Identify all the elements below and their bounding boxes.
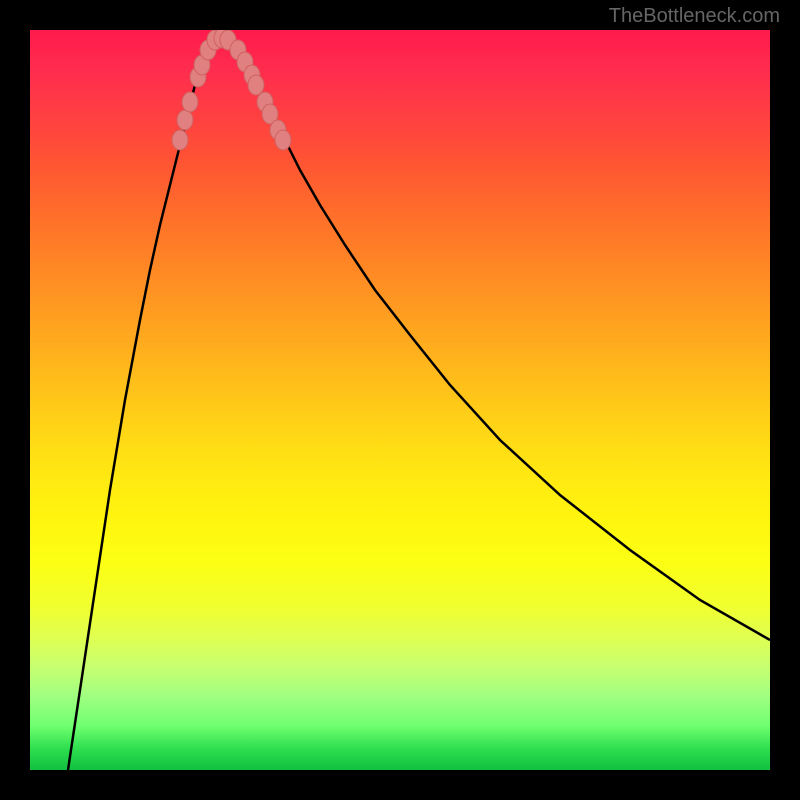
data-marker: [172, 130, 188, 150]
right-curve-line: [220, 37, 770, 640]
left-curve-line: [68, 37, 220, 770]
data-marker: [177, 110, 193, 130]
data-marker: [248, 75, 264, 95]
data-marker: [275, 130, 291, 150]
watermark-text: TheBottleneck.com: [609, 5, 780, 28]
data-markers: [172, 30, 291, 150]
data-marker: [182, 92, 198, 112]
chart-svg: [30, 30, 770, 770]
chart-plot-area: [30, 30, 770, 770]
